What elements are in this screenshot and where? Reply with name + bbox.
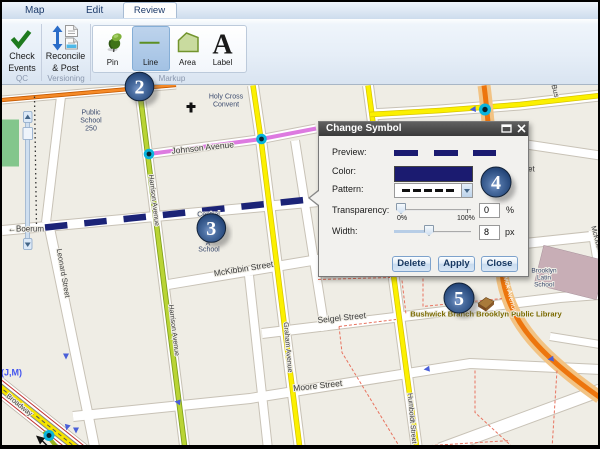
svg-text:4: 4	[491, 172, 501, 194]
svg-text:2: 2	[135, 77, 145, 99]
svg-text:Public: Public	[81, 109, 101, 116]
svg-text:School: School	[80, 117, 102, 124]
svg-text:Holy Cross: Holy Cross	[209, 93, 244, 100]
svg-text:A: A	[212, 29, 233, 60]
svg-text:School: School	[534, 281, 554, 288]
svg-text:Latin: Latin	[537, 274, 551, 281]
svg-text:Brooklyn: Brooklyn	[531, 267, 557, 274]
svg-text:←Boerum: ←Boerum	[8, 224, 44, 233]
svg-text:et: et	[528, 164, 535, 173]
svg-text:250: 250	[85, 125, 97, 132]
svg-text:5: 5	[454, 288, 464, 310]
svg-text:Bushwick Branch Brooklyn Publi: Bushwick Branch Brooklyn Public Library	[410, 309, 562, 318]
svg-text:3: 3	[206, 218, 216, 240]
svg-text:(J,M): (J,M)	[2, 367, 22, 377]
svg-text:Convent: Convent	[213, 101, 239, 108]
